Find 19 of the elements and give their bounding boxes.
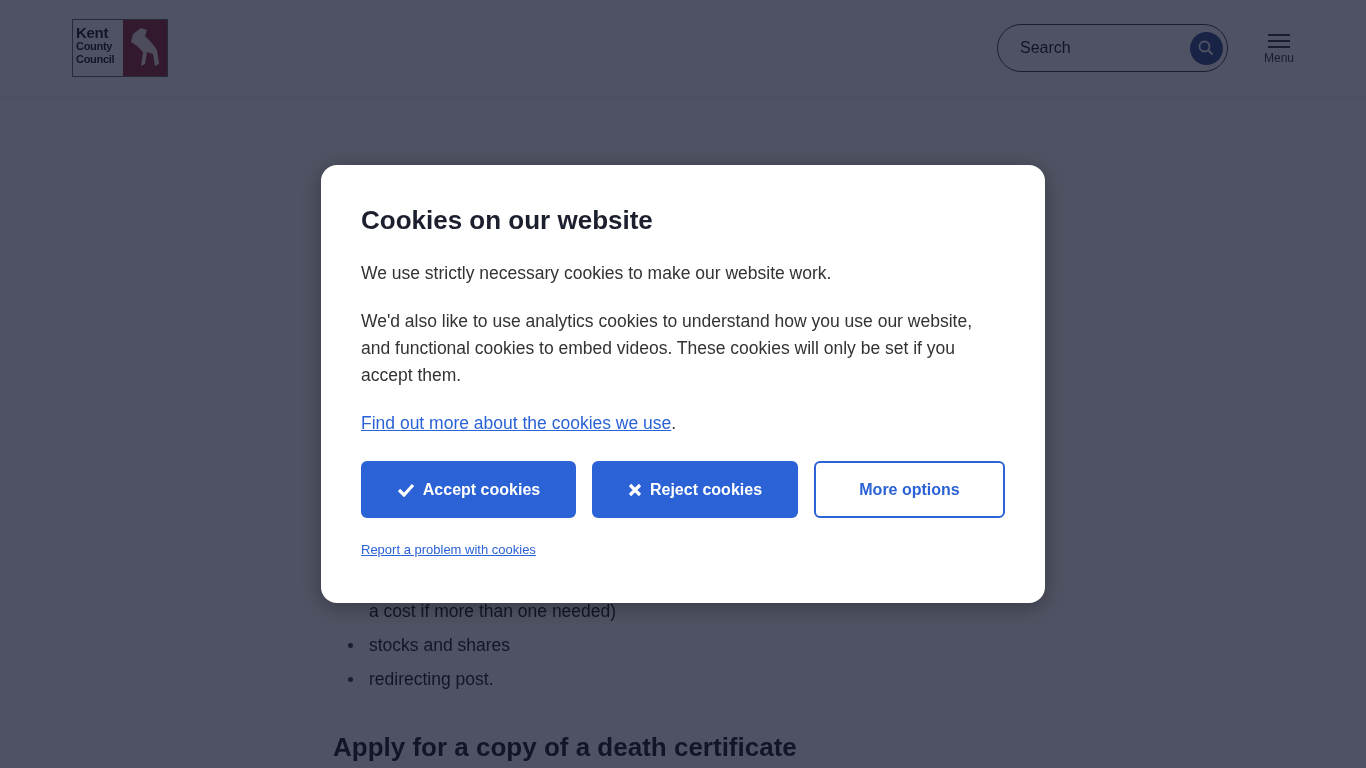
logo-text: Council	[76, 52, 116, 66]
punctuation: .	[671, 413, 677, 433]
list-item: stocks and shares	[369, 634, 511, 657]
close-icon	[627, 482, 642, 497]
dialog-title: Cookies on our website	[361, 204, 654, 237]
logo-text: Kent	[76, 25, 110, 40]
section-heading: Apply for a copy of a death certificate	[333, 732, 798, 762]
dialog-text: We'd also like to use analytics cookies to understand how you use our website, and functional cookies to embed videos. These cookies will only be set if you accept them.	[361, 310, 973, 387]
accept-button[interactable]: Accept cookies	[361, 461, 576, 518]
list-item: a cost if more than one needed)	[369, 600, 617, 623]
reject-button[interactable]: Reject cookies	[592, 461, 798, 518]
list-item: redirecting post.	[369, 668, 494, 691]
check-icon	[396, 482, 415, 497]
logo-text: County	[76, 40, 114, 53]
dialog-text: We use strictly necessary cookies to make our website work.	[361, 262, 833, 285]
report-link[interactable]: Report a problem with cookies	[361, 540, 536, 560]
cookies-link[interactable]: Find out more about the cookies we use	[361, 413, 672, 433]
options-button[interactable]: More options	[814, 461, 1005, 518]
search-field[interactable]: Search	[1017, 35, 1168, 61]
